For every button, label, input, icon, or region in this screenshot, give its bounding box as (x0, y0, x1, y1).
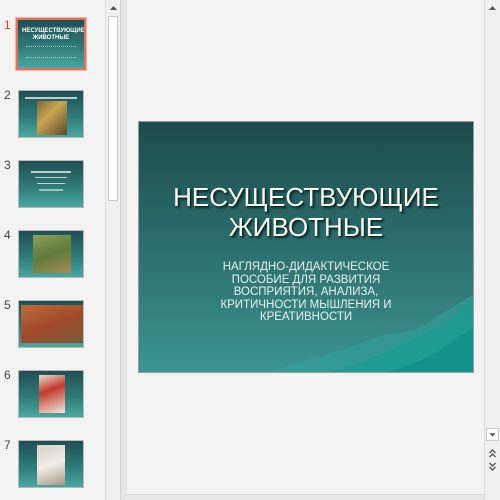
triangle-up-icon[interactable] (486, 2, 499, 15)
thumbnail-preview[interactable] (18, 370, 84, 418)
thumbnail-text-line (31, 171, 71, 173)
slide-thumbnail-5[interactable]: 5 (0, 298, 105, 358)
thumbnail-title: НЕСУЩЕСТВУЮЩИЕ ЖИВОТНЫЕ (22, 28, 85, 41)
editor-bottom-edge (127, 494, 484, 500)
slide-thumbnail-2[interactable]: 2 (0, 88, 105, 148)
triangle-up-icon[interactable] (107, 2, 120, 15)
thumbnail-text-line (35, 177, 67, 178)
subtitle-line: КРЕАТИВНОСТИ (259, 311, 353, 323)
slide-number: 3 (4, 158, 11, 172)
thumbnail-preview[interactable] (18, 160, 84, 208)
dog-photo-image (37, 445, 65, 485)
slide-number: 6 (4, 368, 11, 382)
kangaroo-photo-image (33, 235, 71, 273)
thumbnail-text-line (39, 189, 63, 191)
thumbnail-preview[interactable] (18, 90, 84, 138)
thumbnail-preview[interactable] (18, 440, 84, 488)
slide-thumbnail-6[interactable]: 6 (0, 368, 105, 428)
thumbnail-preview[interactable] (18, 230, 84, 278)
slide-number: 1 (4, 18, 11, 32)
thumbnail-subtitle-lines (26, 46, 76, 58)
rooster-photo-image (39, 375, 65, 413)
thumbnail-preview[interactable] (18, 300, 84, 348)
subtitle-line: ПОСОБИЕ ДЛЯ РАЗВИТИЯ (231, 273, 381, 286)
cat-photo-image (37, 101, 67, 135)
slide-thumbnail-1[interactable]: 1 НЕСУЩЕСТВУЮЩИЕ ЖИВОТНЫЕ (0, 18, 105, 78)
title-line: ЖИВОТНЫЕ (228, 212, 384, 242)
subtitle-line: ВОСПРИЯТИЯ, АНАЛИЗА, (233, 286, 379, 298)
subtitle-line: КРИТИЧНОСТИ МЫШЛЕНИЯ И (220, 298, 392, 311)
double-chevron-down-icon[interactable] (486, 460, 499, 473)
slide-thumbnail-4[interactable]: 4 (0, 228, 105, 288)
slide-number: 7 (4, 438, 11, 452)
double-chevron-up-icon[interactable] (486, 446, 499, 459)
thumbnail-text-line (25, 97, 77, 99)
slide-editor-area: НЕСУЩЕСТВУЮЩИЕ ЖИВОТНЫЕ НАГЛЯДНО-ДИДАКТИ… (127, 0, 484, 494)
current-slide[interactable]: НЕСУЩЕСТВУЮЩИЕ ЖИВОТНЫЕ НАГЛЯДНО-ДИДАКТИ… (138, 121, 474, 373)
slide-thumbnail-pane: 1 НЕСУЩЕСТВУЮЩИЕ ЖИВОТНЫЕ 2 3 4 5 6 7 (0, 0, 105, 500)
animal-photo-image (21, 305, 83, 343)
slide-number: 4 (4, 228, 11, 242)
slide-title[interactable]: НЕСУЩЕСТВУЮЩИЕ ЖИВОТНЫЕ (139, 182, 473, 242)
scrollbar-thumb[interactable] (108, 16, 118, 201)
slide-subtitle[interactable]: НАГЛЯДНО-ДИДАКТИЧЕСКОЕ ПОСОБИЕ ДЛЯ РАЗВИ… (179, 261, 433, 324)
subtitle-line: НАГЛЯДНО-ДИДАКТИЧЕСКОЕ (222, 261, 390, 273)
slide-number: 2 (4, 88, 11, 102)
thumbnail-text-line (37, 183, 65, 184)
triangle-down-icon[interactable] (486, 428, 499, 441)
slide-thumbnail-3[interactable]: 3 (0, 158, 105, 218)
title-line: НЕСУЩЕСТВУЮЩИЕ (173, 182, 439, 212)
slide-number: 5 (4, 298, 11, 312)
thumbnail-preview[interactable]: НЕСУЩЕСТВУЮЩИЕ ЖИВОТНЫЕ (16, 18, 86, 70)
thumbnail-scrollbar[interactable] (105, 0, 121, 500)
editor-scrollbar[interactable] (484, 0, 500, 500)
slide-thumbnail-7[interactable]: 7 (0, 438, 105, 498)
